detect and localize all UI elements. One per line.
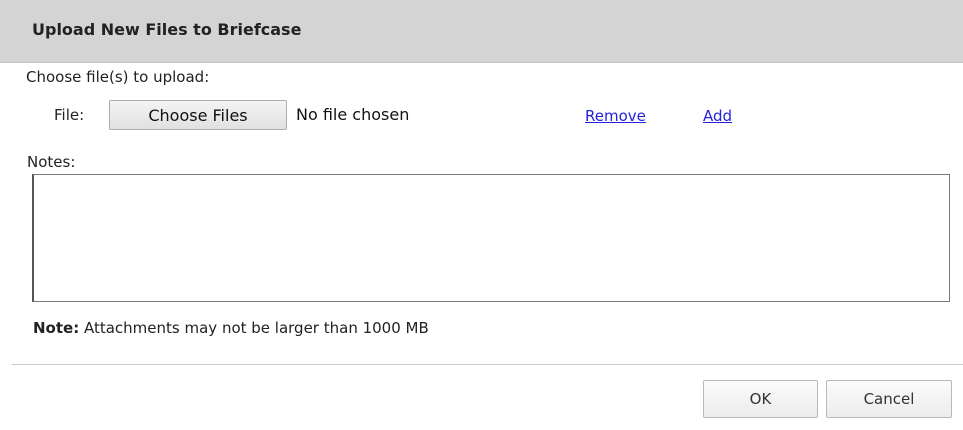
upload-dialog: Upload New Files to Briefcase Choose fil… [0, 0, 963, 430]
add-link[interactable]: Add [703, 107, 732, 125]
cancel-button[interactable]: Cancel [826, 380, 952, 418]
file-label: File: [54, 106, 85, 124]
notes-textarea[interactable] [32, 174, 950, 302]
no-file-chosen-text: No file chosen [296, 105, 410, 124]
size-limit-note: Note: Attachments may not be larger than… [33, 319, 429, 337]
file-row: File: Choose Files No file chosen Remove… [0, 100, 963, 132]
note-text: Attachments may not be larger than 1000 … [79, 319, 429, 337]
note-prefix: Note: [33, 319, 80, 337]
remove-link[interactable]: Remove [585, 107, 646, 125]
dialog-titlebar: Upload New Files to Briefcase [0, 0, 963, 63]
choose-files-label: Choose file(s) to upload: [26, 68, 210, 86]
choose-files-button[interactable]: Choose Files [109, 100, 287, 130]
notes-label: Notes: [27, 153, 76, 171]
ok-button[interactable]: OK [703, 380, 818, 418]
footer-divider [12, 364, 963, 365]
dialog-title: Upload New Files to Briefcase [32, 20, 302, 39]
